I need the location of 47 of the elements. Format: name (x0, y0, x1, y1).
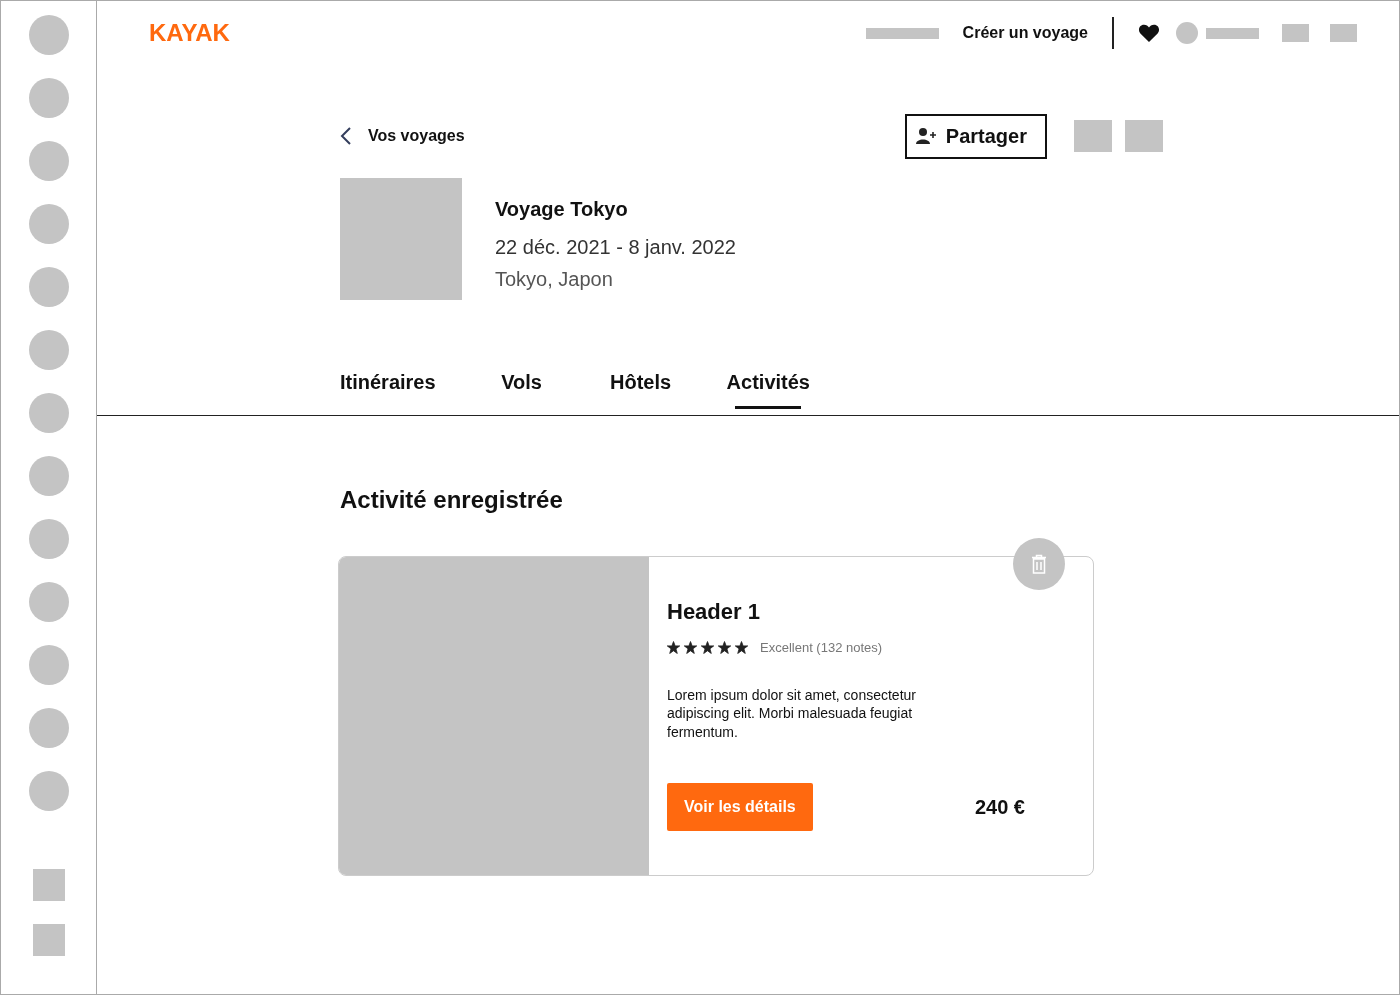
tab[interactable]: Hôtels (607, 357, 674, 415)
star-icon (718, 641, 731, 655)
sidebar-item[interactable] (28, 708, 69, 748)
placeholder-bar (1206, 27, 1259, 39)
star-icon (684, 641, 697, 655)
trip-dates: 22 déc. 2021 - 8 janv. 2022 (495, 235, 736, 260)
sidebar-item[interactable] (28, 393, 69, 433)
star-icon (701, 641, 714, 655)
rating-text: Excellent (132 notes) (760, 639, 883, 657)
nav-divider (1112, 17, 1114, 49)
sidebar-item[interactable] (28, 204, 69, 244)
share-button[interactable]: Partager (904, 113, 1047, 159)
tab[interactable]: Itinéraires (340, 357, 436, 415)
star-icon (735, 641, 748, 655)
heart-icon[interactable] (1138, 23, 1160, 43)
tab[interactable]: Vols (488, 357, 555, 415)
sidebar-item[interactable] (28, 330, 69, 370)
avatar-placeholder[interactable] (1176, 22, 1198, 44)
sidebar-item[interactable] (28, 141, 69, 181)
section-title: Activité enregistrée (340, 485, 564, 515)
chevron-left-icon (340, 126, 352, 146)
sidebar-item[interactable] (28, 771, 69, 811)
trip-location: Tokyo, Japon (495, 267, 614, 292)
trash-icon (1031, 554, 1047, 574)
sidebar-item[interactable] (28, 582, 69, 622)
star-icon (667, 641, 680, 655)
sidebar-item[interactable] (28, 78, 69, 118)
sidebar-item[interactable] (28, 267, 69, 307)
add-user-icon (915, 126, 938, 145)
placeholder-square[interactable] (1282, 24, 1309, 42)
sidebar-item[interactable] (28, 519, 69, 559)
sidebar-item[interactable] (28, 456, 69, 496)
placeholder-square[interactable] (1330, 24, 1357, 42)
back-link[interactable]: Vos voyages (340, 124, 465, 148)
tab[interactable]: Activités (726, 357, 810, 415)
placeholder-square[interactable] (1125, 120, 1163, 152)
activity-title: Header 1 (667, 598, 761, 626)
trip-title: Voyage Tokyo (495, 197, 629, 222)
activity-description: Lorem ipsum dolor sit amet, consectetur adipiscing elit. Morbi malesuada feugiat fermentum. (667, 685, 917, 743)
price: 240 € (974, 795, 1025, 820)
sidebar-item[interactable] (32, 869, 65, 901)
sidebar-item[interactable] (28, 645, 69, 685)
sidebar-item[interactable] (28, 15, 69, 55)
delete-button[interactable] (1013, 538, 1065, 590)
placeholder-square[interactable] (1074, 120, 1112, 152)
sidebar-item[interactable] (32, 924, 65, 956)
create-trip-link[interactable]: Créer un voyage (962, 21, 1088, 45)
